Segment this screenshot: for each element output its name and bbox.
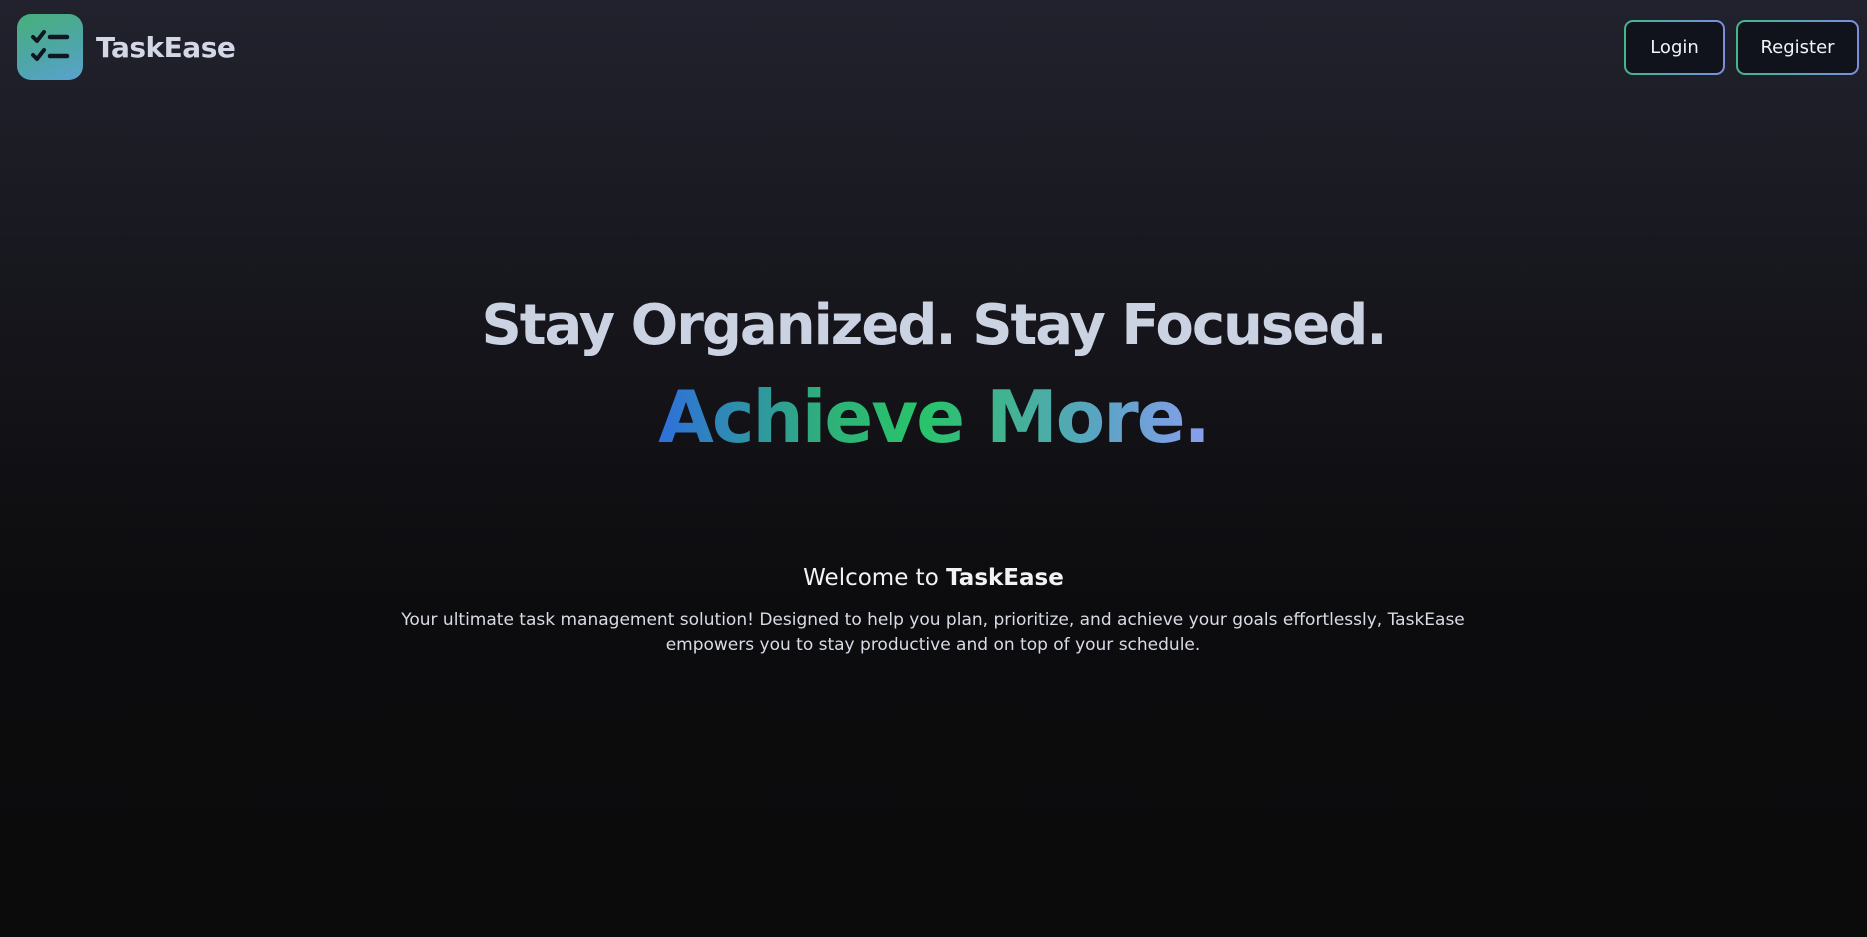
welcome-brand-name: TaskEase [946,565,1064,591]
hero-tagline: Achieve More. [658,375,1211,459]
checklist-icon [17,14,83,80]
hero-section: Stay Organized. Stay Focused. Achieve Mo… [0,290,1867,460]
brand[interactable]: TaskEase [17,14,236,80]
welcome-description: Your ultimate task management solution! … [401,610,1465,655]
brand-name: TaskEase [96,30,236,64]
welcome-prefix: Welcome to [803,565,947,591]
register-button[interactable]: Register [1736,20,1859,75]
welcome-heading: Welcome to TaskEase [0,565,1867,591]
login-button[interactable]: Login [1624,20,1725,75]
top-header: TaskEase Login Register [0,0,1867,96]
hero-headline: Stay Organized. Stay Focused. [481,293,1387,358]
auth-nav: Login Register [1624,20,1859,75]
